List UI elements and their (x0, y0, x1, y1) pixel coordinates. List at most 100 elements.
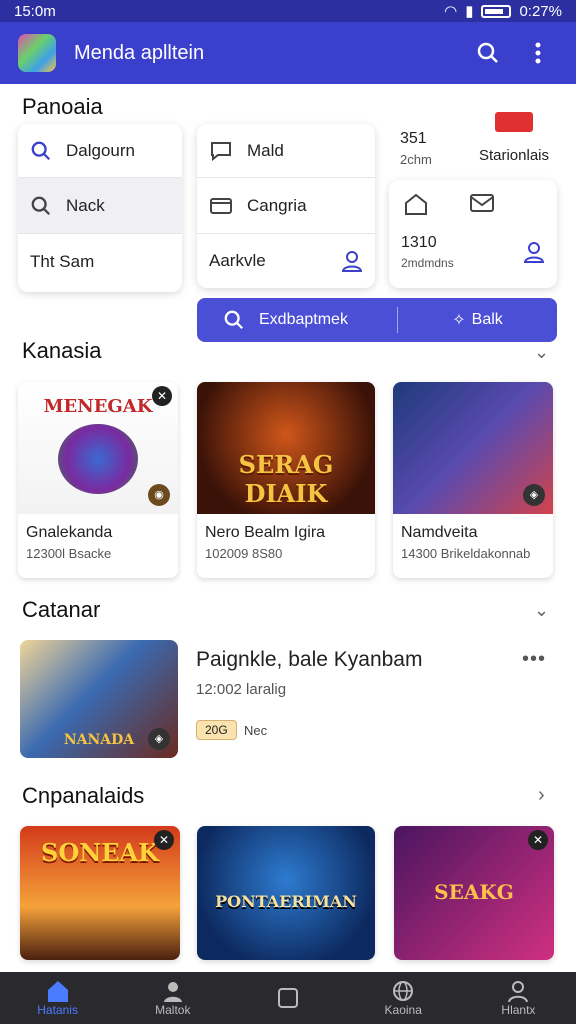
menu-item-label: Cangria (247, 195, 307, 215)
menu-item-aarkvle[interactable]: Aarkvle (197, 234, 375, 288)
mail-icon (470, 194, 494, 212)
search-button[interactable] (468, 33, 508, 73)
stats-card-value: 1310 (401, 234, 437, 251)
search-icon (477, 42, 498, 63)
search-icon (31, 141, 51, 160)
wifi-icon: ◠ (444, 3, 458, 20)
section-title-1: Panoaia (22, 94, 103, 119)
nav-item-globe[interactable]: Kaoina (346, 972, 461, 1024)
battery-icon (481, 4, 512, 18)
bottom-nav: Hatanis Maltok Kaoina Hlantx (0, 972, 576, 1024)
game-sub: 102009 8S80 (205, 546, 283, 561)
game-card-3[interactable]: ◈ Namdveita 14300 Brikeldakonnab (393, 382, 553, 578)
game-name: Namdveita (401, 524, 478, 541)
search-card: Dalgourn Nack Tht Sam (18, 124, 182, 292)
more-horizontal-icon[interactable]: ••• (522, 648, 546, 671)
game-name: Nero Bealm Igira (205, 524, 326, 541)
search-item-label: Dalgourn (66, 140, 135, 160)
app-title: Menda aplltein (74, 41, 205, 64)
search-item-1[interactable]: Dalgourn (18, 124, 182, 178)
action-bar: Exdbaptmek ✧ Balk (197, 298, 557, 342)
game-card-5[interactable]: PONTAERIMAN (197, 826, 375, 960)
badge-icon: ◈ (148, 728, 170, 750)
search-icon (31, 196, 51, 215)
stats-card-icons (389, 180, 557, 228)
game-image: PONTAERIMAN (197, 826, 375, 960)
chevron-down-icon[interactable]: ⌄ (534, 600, 549, 621)
nav-label: Maltok (155, 1003, 191, 1017)
stats-top-right[interactable]: Starionlais (478, 112, 550, 164)
home-icon (47, 981, 68, 1002)
stats-top-label: Starionlais (478, 147, 550, 164)
search-item-3[interactable]: Tht Sam (18, 234, 182, 290)
game-image: ◈ (393, 382, 553, 514)
coin-badge-icon: ◉ (148, 484, 170, 506)
more-vertical-icon (535, 42, 541, 64)
featured-tag-label: Nec (244, 723, 268, 738)
game-card-2[interactable]: SERAG DIAIK Nero Bealm Igira 102009 8S80 (197, 382, 375, 578)
chevron-down-icon[interactable]: ⌄ (534, 342, 549, 363)
flag-icon (495, 112, 533, 132)
nav-item-square[interactable] (230, 972, 345, 1024)
nav-item-person[interactable]: Maltok (115, 972, 230, 1024)
game-sub: 12300l Bsacke (26, 546, 112, 561)
app-logo (18, 34, 56, 72)
section-title-4: Cnpanalaids (22, 783, 145, 808)
nav-item-home[interactable]: Hatanis (0, 972, 115, 1024)
game-image: SEAKG ✕ (394, 826, 554, 960)
app-bar: Menda aplltein (0, 22, 576, 84)
more-menu-button[interactable] (518, 33, 558, 73)
heart-chat-icon (211, 141, 231, 161)
featured-image: NANADA ◈ (20, 640, 178, 758)
sparkle-icon: ✧ (452, 312, 466, 329)
card-icon (210, 197, 232, 214)
signal-icon: ▮ (465, 3, 474, 20)
stats-top-value: 351 (400, 130, 427, 147)
game-art-title: SEAKG (434, 880, 514, 904)
section-title-3: Catanar (22, 597, 101, 622)
game-name: Gnalekanda (26, 524, 113, 541)
chevron-right-icon[interactable]: › (538, 784, 545, 807)
game-card-1[interactable]: MENEGAK ✕ ◉ Gnalekanda 12300l Bsacke (18, 382, 178, 578)
menu-item-label: Aarkvle (209, 251, 266, 270)
action-right-button[interactable]: ✧ Balk (398, 310, 557, 330)
nav-label: Hatanis (37, 1003, 78, 1017)
menu-item-mald[interactable]: Mald (197, 124, 375, 178)
user-icon (341, 251, 363, 272)
action-left-button[interactable]: Exdbaptmek (197, 309, 397, 331)
featured-title: Paignkle, bale Kyanbam (196, 648, 423, 671)
section-title-2: Kanasia (22, 338, 102, 363)
close-badge-icon[interactable]: ✕ (528, 830, 548, 850)
stats-top-sub: 2chm (400, 152, 432, 167)
game-sub: 14300 Brikeldakonnab (401, 546, 531, 561)
stats-card-sub: 2mdmdns (401, 256, 454, 270)
square-icon (278, 988, 298, 1008)
nav-item-profile[interactable]: Hlantx (461, 972, 576, 1024)
game-card-6[interactable]: SEAKG ✕ (394, 826, 554, 960)
search-item-label: Nack (66, 195, 105, 215)
game-image: MENEGAK ✕ ◉ (18, 382, 178, 514)
action-right-label: Balk (471, 311, 503, 328)
profile-icon (508, 981, 529, 1003)
search-icon (224, 310, 244, 330)
globe-icon (393, 981, 414, 1001)
home-outline-icon (405, 193, 427, 215)
close-badge-icon[interactable]: ✕ (154, 830, 174, 850)
featured-tag: 20G (196, 720, 237, 740)
search-item-2[interactable]: Nack (18, 178, 182, 234)
status-right-time: 0:27% (519, 2, 562, 20)
game-image: SERAG DIAIK (197, 382, 375, 514)
search-item-label: Tht Sam (30, 252, 95, 271)
game-image: SONEAK ✕ (20, 826, 180, 960)
game-art-emblem (58, 424, 138, 494)
user-icon (523, 242, 545, 263)
close-badge-icon[interactable]: ✕ (152, 386, 172, 406)
status-time: 15:0m (14, 2, 56, 20)
menu-item-label: Mald (247, 140, 284, 160)
action-left-label: Exdbaptmek (259, 311, 348, 328)
badge-icon: ◈ (523, 484, 545, 506)
menu-item-cangria[interactable]: Cangria (197, 178, 375, 234)
status-bar: 15:0m ◠ ▮ 0:27% (0, 0, 576, 22)
game-card-4[interactable]: SONEAK ✕ (20, 826, 180, 960)
person-icon (163, 982, 182, 1002)
